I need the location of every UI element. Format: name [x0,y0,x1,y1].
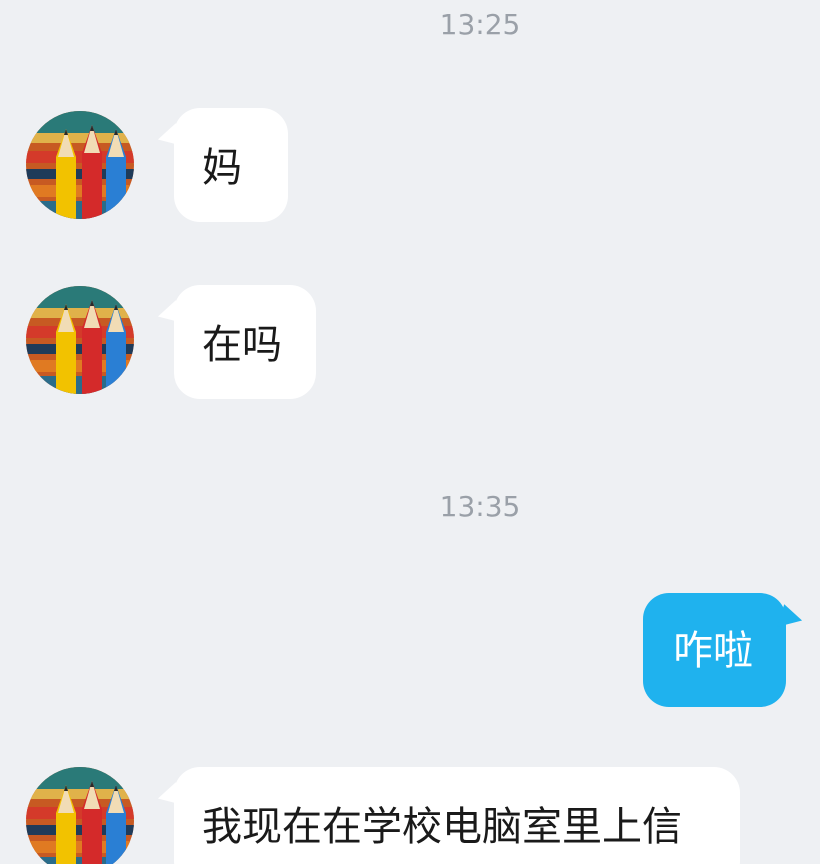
chat-view: 13:25 妈 在吗 13:35 咋啦 我现在在学校电脑室里上信 [0,0,820,864]
message-bubble-incoming[interactable]: 在吗 [174,285,316,399]
contact-avatar[interactable] [26,767,134,864]
timestamp: 13:25 [439,8,521,41]
message-bubble-outgoing[interactable]: 咋啦 [643,593,786,707]
timestamp: 13:35 [439,490,521,523]
message-bubble-incoming[interactable]: 我现在在学校电脑室里上信 [174,767,740,864]
message-bubble-incoming[interactable]: 妈 [174,108,288,222]
message-text: 我现在在学校电脑室里上信 [202,804,682,850]
colored-pencils-avatar-icon [26,111,134,219]
colored-pencils-avatar-icon [26,767,134,864]
contact-avatar[interactable] [26,111,134,219]
message-text: 妈 [202,145,242,191]
colored-pencils-avatar-icon [26,286,134,394]
contact-avatar[interactable] [26,286,134,394]
message-text: 咋啦 [673,628,753,674]
message-text: 在吗 [202,322,282,368]
